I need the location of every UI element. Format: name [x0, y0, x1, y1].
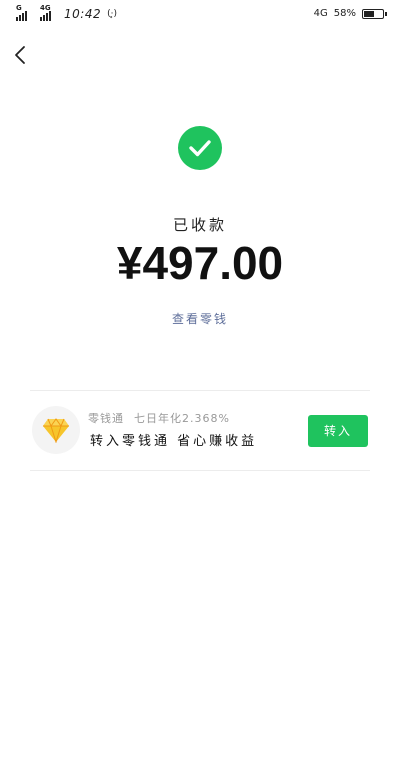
payment-amount: ¥497.00: [116, 237, 284, 289]
wifi-icon: (·̥): [107, 9, 117, 19]
signal-icon-2: 4G: [40, 4, 58, 21]
promo-tagline: 转入零钱通 省心赚收益: [90, 434, 258, 449]
network-icon: 4G: [313, 8, 328, 19]
status-bar-right: 4G 58%: [313, 8, 387, 19]
divider-bottom: [30, 470, 370, 471]
chevron-left-icon: [15, 46, 25, 64]
promo-rate: 七日年化2.368%: [134, 412, 230, 425]
divider-top: [30, 390, 370, 391]
promo-title: 零钱通: [88, 412, 124, 425]
status-bar-left: G 4G 10:42 (·̥): [16, 4, 117, 21]
view-balance-link[interactable]: 查看零钱: [0, 310, 400, 327]
battery-percent: 58%: [333, 8, 356, 19]
success-badge: [178, 126, 222, 170]
diamond-icon: [43, 418, 69, 443]
battery-fill: [364, 10, 374, 17]
transfer-in-button[interactable]: 转入: [308, 415, 368, 447]
promo-logo: [32, 406, 80, 454]
payment-status: 已收款: [172, 216, 227, 234]
back-button[interactable]: [8, 40, 36, 70]
check-icon: [189, 140, 211, 157]
status-bar: G 4G 10:42 (·̥) 4G 58%: [0, 0, 400, 30]
clock: 10:42: [64, 7, 102, 21]
promo-card[interactable]: 零钱通 七日年化2.368% 转入零钱通 省心赚收益 转入: [30, 402, 370, 464]
battery-icon: [362, 8, 387, 19]
signal-icon: G: [16, 4, 34, 21]
promo-subtitle: 零钱通 七日年化2.368%: [88, 410, 230, 426]
